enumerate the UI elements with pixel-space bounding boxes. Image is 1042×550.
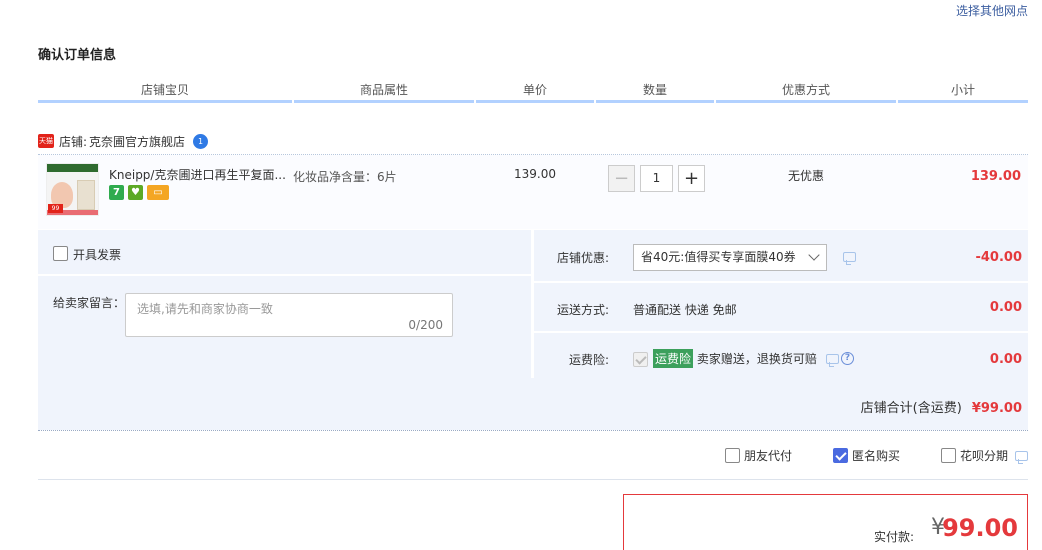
quantity-decrease-button[interactable]: − — [608, 165, 635, 192]
quantity-increase-button[interactable]: + — [678, 165, 705, 192]
installment-label[interactable]: 花呗分期 — [960, 447, 1008, 464]
column-header-attributes: 商品属性 — [294, 82, 474, 103]
friend-pay-label[interactable]: 朋友代付 — [744, 447, 792, 464]
page-title: 确认订单信息 — [38, 48, 117, 63]
anonymous-purchase-option[interactable]: 匿名购买 — [833, 447, 900, 464]
product-thumbnail[interactable]: 99 — [46, 163, 99, 216]
guarantee-icon[interactable]: ♥ — [128, 185, 143, 200]
installment-checkbox[interactable] — [941, 448, 956, 463]
shop-discount-select[interactable]: 省40元:值得买专享面膜40券 — [633, 244, 827, 271]
seven-day-return-icon[interactable]: 7 — [109, 185, 124, 200]
column-header-subtotal: 小计 — [898, 82, 1028, 103]
memo-label: 给卖家留言： — [53, 296, 126, 310]
column-header-unit-price: 单价 — [476, 82, 594, 103]
shop-discount-amount: -40.00 — [975, 250, 1022, 265]
anonymous-purchase-label[interactable]: 匿名购买 — [852, 447, 900, 464]
order-details-section: 开具发票 给卖家留言： 选填,请先和商家协商一致 0/200 店铺优惠: 省40… — [38, 230, 1028, 430]
payment-label: 实付款: — [873, 530, 914, 544]
friend-pay-option[interactable]: 朋友代付 — [725, 447, 792, 464]
shop-discount-label: 店铺优惠: — [557, 251, 610, 265]
seller-memo-input[interactable]: 选填,请先和商家协商一致 0/200 — [125, 293, 453, 337]
shipping-method: 普通配送 快递 免邮 — [633, 303, 737, 317]
insurance-amount: 0.00 — [989, 352, 1022, 367]
insurance-info: 运费险 卖家赠送，退换货可赔 — [653, 349, 817, 368]
tmall-icon: 天猫 — [38, 134, 54, 148]
installment-option[interactable]: 花呗分期 — [941, 447, 1008, 464]
insurance-checkbox — [633, 352, 648, 367]
card-icon[interactable]: ▭ — [147, 185, 169, 200]
memo-placeholder: 选填,请先和商家协商一致 — [137, 302, 273, 316]
payment-summary: 实付款: ¥ 99.00 — [623, 494, 1028, 550]
unit-price: 139.00 — [514, 167, 556, 181]
memo-char-counter: 0/200 — [408, 318, 443, 332]
insurance-row: 运费险: 运费险 卖家赠送，退换货可赔 ? 0.00 — [534, 333, 1028, 378]
insurance-text: 卖家赠送，退换货可赔 — [696, 352, 817, 366]
invoice-row: 开具发票 — [38, 234, 531, 276]
quantity-input[interactable]: 1 — [640, 165, 673, 192]
insurance-label: 运费险: — [569, 353, 610, 367]
payment-amount: 99.00 — [942, 514, 1018, 542]
friend-pay-checkbox[interactable] — [725, 448, 740, 463]
shop-discount-row: 店铺优惠: 省40元:值得买专享面膜40券 -40.00 — [534, 230, 1028, 283]
message-icon[interactable] — [826, 354, 839, 367]
shipping-row: 运送方式: 普通配送 快递 免邮 0.00 — [534, 283, 1028, 333]
insurance-tag: 运费险 — [653, 349, 694, 368]
shop-name-link[interactable]: 克奈圃官方旗舰店 — [89, 133, 185, 150]
shipping-amount: 0.00 — [989, 300, 1022, 315]
shop-discount-selected: 省40元:值得买专享面膜40券 — [641, 250, 796, 264]
shop-label: 店铺: — [59, 134, 88, 149]
column-header-quantity: 数量 — [596, 82, 714, 103]
message-icon[interactable] — [843, 252, 856, 265]
order-table-header: 店铺宝贝 商品属性 单价 数量 优惠方式 小计 — [38, 82, 1028, 103]
divider — [38, 479, 1028, 480]
divider — [38, 430, 1028, 431]
select-other-address-link[interactable]: 选择其他网点 — [956, 2, 1028, 19]
shipping-label: 运送方式: — [557, 303, 610, 317]
invoice-label[interactable]: 开具发票 — [73, 246, 121, 263]
product-attribute: 化妆品净含量：6片 — [293, 170, 397, 184]
product-title-link[interactable]: Kneipp/克奈圃进口再生平复面... — [109, 166, 291, 183]
item-subtotal: 139.00 — [970, 169, 1021, 184]
chat-bubble-icon[interactable]: 1 — [193, 133, 209, 149]
chevron-down-icon — [808, 249, 820, 261]
discount-method: 无优惠 — [788, 169, 825, 183]
message-icon[interactable] — [1015, 451, 1028, 464]
shop-total-amount: ¥99.00 — [971, 401, 1022, 416]
order-left-panel: 开具发票 给卖家留言： 选填,请先和商家协商一致 0/200 — [38, 230, 531, 378]
anonymous-purchase-checkbox[interactable] — [833, 448, 848, 463]
column-header-shop-item: 店铺宝贝 — [38, 82, 292, 103]
column-header-discount: 优惠方式 — [716, 82, 896, 103]
order-right-panel: 店铺优惠: 省40元:值得买专享面膜40券 -40.00 运送方式: 普通配送 … — [534, 230, 1028, 378]
help-icon[interactable]: ? — [841, 352, 854, 365]
order-item-row: 99 Kneipp/克奈圃进口再生平复面... 7 ♥ ▭ 化妆品净含量：6片 … — [38, 155, 1028, 229]
quantity-stepper: − 1 + — [608, 165, 705, 192]
service-icons: 7 ♥ ▭ — [109, 185, 173, 200]
shop-header: 天猫 店铺: 克奈圃官方旗舰店 1 — [38, 131, 209, 151]
invoice-checkbox[interactable] — [53, 246, 68, 261]
shop-total-label: 店铺合计(含运费) — [860, 401, 962, 416]
shop-total: 店铺合计(含运费) ¥99.00 — [861, 397, 1022, 416]
